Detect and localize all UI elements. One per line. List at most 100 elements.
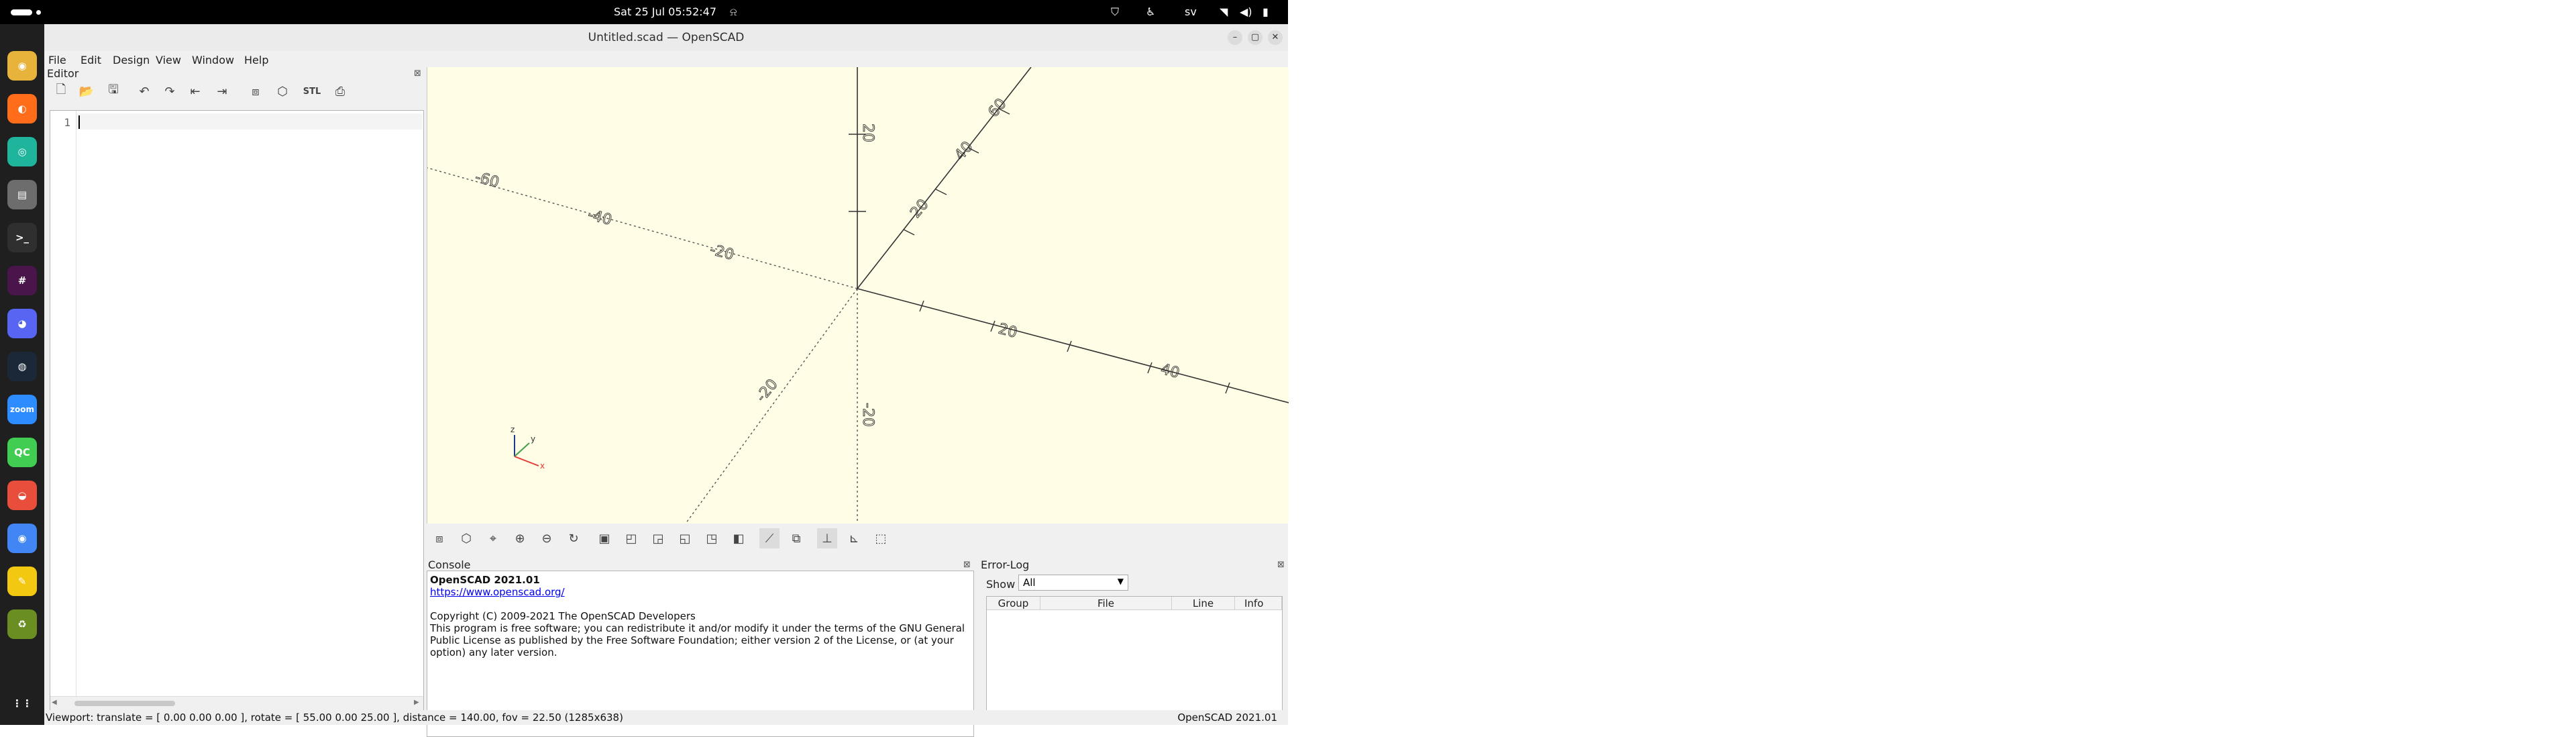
- reset-view-icon[interactable]: ↻: [564, 528, 584, 548]
- console-panel-title: Console: [428, 558, 471, 571]
- gitkraken-icon[interactable]: ◎: [7, 137, 37, 166]
- system-top-bar: Sat 25 Jul 05:52:47 ⍾ ⛉ ♿ sv ◥ ◀) ▮: [0, 0, 1288, 24]
- send-to-printer-icon[interactable]: ⎙: [330, 81, 350, 101]
- column-header-group[interactable]: Group: [987, 597, 1040, 610]
- menu-file[interactable]: File: [48, 54, 66, 66]
- trash-icon[interactable]: ♻: [7, 609, 37, 639]
- clock[interactable]: Sat 25 Jul 05:52:47: [614, 5, 716, 18]
- column-header-file[interactable]: File: [1040, 597, 1172, 610]
- shield-icon[interactable]: ⛉: [1111, 5, 1119, 19]
- error-log-close-icon[interactable]: ⊠: [1277, 560, 1285, 570]
- console-copyright: Copyright (C) 2009-2021 The OpenSCAD Dev…: [430, 610, 696, 622]
- zoom-icon[interactable]: zoom: [7, 395, 37, 424]
- editor-close-icon[interactable]: ⊠: [414, 68, 421, 79]
- discord-icon[interactable]: ◕: [7, 309, 37, 338]
- show-filter-label: Show: [986, 578, 1016, 591]
- activities-indicator[interactable]: [11, 9, 32, 15]
- zoom-out-icon[interactable]: ⊖: [537, 528, 557, 548]
- open-file-icon[interactable]: 📂: [76, 81, 97, 101]
- window-title: Untitled.scad — OpenSCAD: [588, 31, 745, 44]
- undo-icon[interactable]: ↶: [134, 81, 154, 101]
- chrome-icon[interactable]: ◉: [7, 51, 37, 81]
- 3d-viewport[interactable]: 20 40 -20 -40 -60 20 40 60 -20 20 -20 z …: [427, 67, 1289, 524]
- qt-creator-icon[interactable]: QC: [7, 438, 37, 467]
- menu-window[interactable]: Window: [192, 54, 234, 66]
- files-icon[interactable]: ▤: [7, 180, 37, 209]
- show-apps-icon[interactable]: ⋮⋮: [7, 689, 37, 718]
- x-pos-40-label: 40: [1159, 361, 1181, 382]
- indent-icon[interactable]: ⇥: [212, 81, 232, 101]
- qt-creator-label: QC: [14, 446, 30, 458]
- show-scale-icon[interactable]: ⊾: [844, 528, 864, 548]
- export-stl-label: STL: [303, 86, 321, 97]
- x-pos-20-label: 20: [996, 321, 1019, 342]
- slack-icon[interactable]: #: [7, 266, 37, 295]
- openscad-icon[interactable]: ◒: [7, 481, 37, 510]
- show-axes-icon[interactable]: ⊥: [817, 528, 837, 548]
- preview-icon[interactable]: ⧈: [246, 81, 266, 101]
- zoom-in-icon[interactable]: ⊕: [510, 528, 530, 548]
- perspective-icon[interactable]: ⟋: [759, 528, 780, 548]
- view-all-icon[interactable]: ⌖: [483, 528, 503, 548]
- zoom-label: zoom: [10, 405, 34, 414]
- volume-icon[interactable]: ◀): [1240, 5, 1252, 18]
- view-left-icon[interactable]: ◱: [675, 528, 695, 548]
- maximize-button[interactable]: ▢: [1248, 30, 1263, 45]
- view-bottom-icon[interactable]: ◲: [648, 528, 668, 548]
- terminal-icon[interactable]: >_: [7, 223, 37, 252]
- export-stl-icon[interactable]: STL: [302, 81, 322, 101]
- gizmo-z-label: z: [511, 425, 515, 434]
- render-view-icon[interactable]: ⬡: [456, 528, 476, 548]
- view-right-icon[interactable]: ▣: [594, 528, 614, 548]
- title-bar[interactable]: Untitled.scad — OpenSCAD – ▢ ✕: [44, 24, 1288, 52]
- scroll-left-icon[interactable]: ◀: [52, 699, 57, 706]
- gizmo-y-axis: [514, 442, 530, 457]
- editor-horizontal-scrollbar[interactable]: ◀ ▶: [50, 696, 423, 710]
- new-file-icon[interactable]: 🗋: [51, 81, 71, 101]
- openscad-website-link[interactable]: https://www.openscad.org/: [430, 586, 565, 598]
- console-version: OpenSCAD 2021.01: [430, 574, 540, 586]
- steam-icon[interactable]: ◍: [7, 352, 37, 381]
- battery-icon[interactable]: ▮: [1263, 5, 1269, 18]
- close-button[interactable]: ✕: [1268, 30, 1283, 45]
- chromium-icon[interactable]: ◉: [7, 524, 37, 553]
- console-license-line-1: This program is free software; you can r…: [430, 622, 965, 634]
- column-header-info[interactable]: Info: [1235, 597, 1282, 610]
- openscad-window: Untitled.scad — OpenSCAD – ▢ ✕ File Edit…: [44, 24, 1289, 737]
- menu-help[interactable]: Help: [244, 54, 268, 66]
- preview-view-icon[interactable]: ⧈: [429, 528, 449, 548]
- scroll-right-icon[interactable]: ▶: [414, 699, 419, 706]
- text-editor-icon[interactable]: ✎: [7, 567, 37, 596]
- orthogonal-icon[interactable]: ⧉: [786, 528, 806, 548]
- y-pos-20-label: 20: [907, 196, 932, 222]
- console-close-icon[interactable]: ⊠: [963, 560, 971, 570]
- redo-icon[interactable]: ↷: [160, 81, 180, 101]
- render-icon[interactable]: ⬡: [272, 81, 292, 101]
- minimize-button[interactable]: –: [1228, 30, 1242, 45]
- save-icon[interactable]: 🖫: [103, 81, 123, 101]
- show-edges-icon[interactable]: ⬚: [871, 528, 891, 548]
- code-editor[interactable]: 1 ◀ ▶: [50, 110, 424, 710]
- chevron-down-icon: ▼: [1117, 577, 1124, 586]
- accessibility-icon[interactable]: ♿: [1146, 5, 1155, 18]
- view-top-icon[interactable]: ◰: [621, 528, 641, 548]
- firefox-icon[interactable]: ◐: [7, 94, 37, 124]
- editor-toolbar: 🗋 📂 🖫 ↶ ↷ ⇤ ⇥ ⧈ ⬡ STL ⎙: [47, 81, 463, 108]
- gizmo-x-label: x: [540, 461, 545, 471]
- view-front-icon[interactable]: ◳: [702, 528, 722, 548]
- editor-panel-title: Editor: [47, 67, 79, 80]
- show-filter-select[interactable]: All ▼: [1018, 575, 1128, 591]
- wifi-icon[interactable]: ◥: [1220, 5, 1228, 18]
- column-header-line[interactable]: Line: [1172, 597, 1235, 610]
- menu-design[interactable]: Design: [113, 54, 150, 66]
- menu-view[interactable]: View: [156, 54, 181, 66]
- keyboard-language[interactable]: sv: [1185, 5, 1197, 18]
- line-number: 1: [64, 116, 70, 129]
- menu-edit[interactable]: Edit: [80, 54, 101, 66]
- z-pos-20-label: 20: [859, 124, 876, 142]
- notification-bell-icon[interactable]: ⍾: [730, 5, 737, 19]
- error-log-table[interactable]: Group File Line Info ◀ ▶: [986, 596, 1283, 725]
- unindent-icon[interactable]: ⇤: [185, 81, 205, 101]
- editor-scroll-thumb[interactable]: [74, 701, 175, 706]
- view-back-icon[interactable]: ◧: [729, 528, 749, 548]
